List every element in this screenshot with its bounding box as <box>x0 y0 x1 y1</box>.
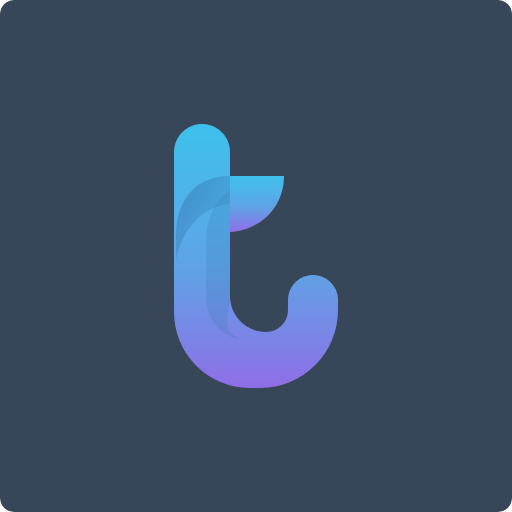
t-letter-logo-icon <box>0 0 512 512</box>
icon-background <box>0 0 512 512</box>
app-icon-tile <box>0 0 512 512</box>
